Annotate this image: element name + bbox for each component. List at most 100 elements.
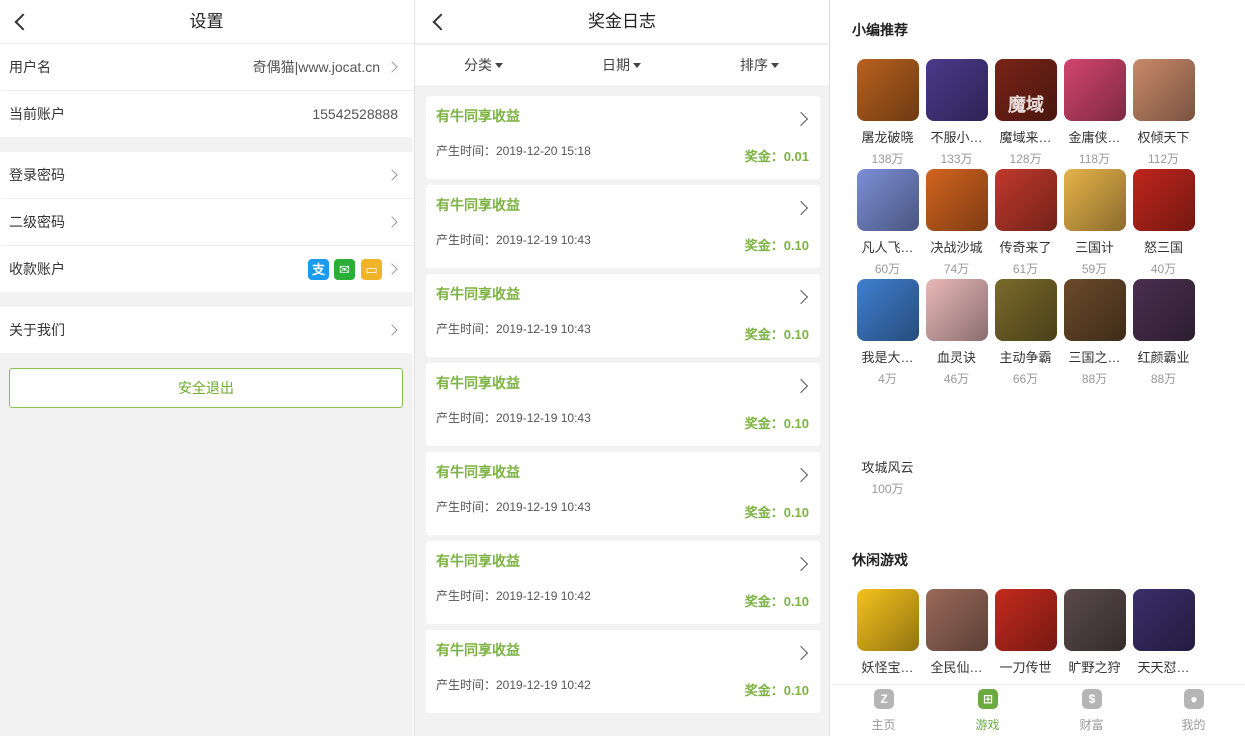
game-item[interactable]: 红颜霸业 88万 xyxy=(1129,279,1195,386)
game-icon[interactable] xyxy=(1133,59,1195,121)
entry-time: 产生时间：2019-12-19 10:43 xyxy=(436,500,591,514)
game-name: 金庸侠… xyxy=(1068,130,1121,145)
chevron-right-icon xyxy=(793,289,809,305)
game-icon[interactable] xyxy=(1064,279,1126,341)
game-icon[interactable] xyxy=(1133,169,1195,231)
bonus-log-card[interactable]: 有牛同享收益 产生时间：2019-12-19 10:43 奖金：0.10 xyxy=(426,185,820,268)
settings-header: 设置 xyxy=(0,0,413,44)
login-password-row[interactable]: 登录密码 xyxy=(0,152,413,198)
game-item[interactable]: 屠龙破晓 138万 xyxy=(853,59,919,166)
game-icon[interactable] xyxy=(995,169,1057,231)
chevron-right-icon xyxy=(386,324,398,336)
alipay-icon: 支 xyxy=(308,259,329,280)
game-icon[interactable] xyxy=(857,389,919,451)
game-item[interactable]: 我是大… 4万 xyxy=(853,279,919,386)
game-icon[interactable] xyxy=(1064,59,1126,121)
game-icon[interactable] xyxy=(926,169,988,231)
game-play-count: 46万 xyxy=(943,372,970,386)
game-item[interactable]: 凡人飞… 60万 xyxy=(853,169,919,276)
game-icon[interactable] xyxy=(926,279,988,341)
secondary-password-row[interactable]: 二级密码 xyxy=(0,199,413,245)
game-icon[interactable] xyxy=(995,279,1057,341)
chevron-right-icon xyxy=(386,169,398,181)
tab-mine-label: 我的 xyxy=(1181,718,1206,732)
tab-mine[interactable]: ● 我的 xyxy=(1142,685,1245,736)
game-item[interactable]: 旷野之狩 xyxy=(1060,589,1126,693)
username-label: 用户名 xyxy=(9,59,51,75)
game-play-count: 133万 xyxy=(940,152,973,166)
game-name: 妖怪宝… xyxy=(861,660,914,675)
game-item[interactable]: 怒三国 40万 xyxy=(1129,169,1195,276)
game-icon[interactable] xyxy=(1133,589,1195,651)
entry-time: 产生时间：2019-12-19 10:43 xyxy=(436,411,591,425)
chevron-right-icon xyxy=(386,61,398,73)
game-icon[interactable] xyxy=(995,589,1057,651)
game-item[interactable]: 金庸侠… 118万 xyxy=(1060,59,1126,166)
bonus-log-card[interactable]: 有牛同享收益 产生时间：2019-12-19 10:43 奖金：0.10 xyxy=(426,363,820,446)
casual-section-title: 休闲游戏 xyxy=(852,552,908,568)
entry-time: 产生时间：2019-12-19 10:42 xyxy=(436,678,591,692)
username-row[interactable]: 用户名 奇偶猫|www.jocat.cn xyxy=(0,44,413,90)
game-icon[interactable]: 魔域 xyxy=(995,59,1057,121)
game-item[interactable]: 不服小… 133万 xyxy=(922,59,988,166)
game-icon[interactable] xyxy=(926,59,988,121)
game-name: 血灵诀 xyxy=(936,350,976,365)
game-item[interactable]: 全民仙… xyxy=(922,589,988,693)
filter-date[interactable]: 日期 xyxy=(602,45,641,85)
bonus-log-card[interactable]: 有牛同享收益 产生时间：2019-12-19 10:43 奖金：0.10 xyxy=(426,452,820,535)
game-item[interactable]: 魔域 魔域来… 128万 xyxy=(991,59,1057,166)
game-icon[interactable] xyxy=(1064,589,1126,651)
bottom-tab-bar: Z 主页 ⊞ 游戏 $ 财富 ● 我的 xyxy=(831,684,1245,736)
payment-account-label: 收款账户 xyxy=(9,261,65,277)
game-item[interactable]: 一刀传世 xyxy=(991,589,1057,693)
payment-account-row[interactable]: 收款账户 支 ✉ ▭ xyxy=(0,246,413,292)
entry-title: 有牛同享收益 xyxy=(436,108,520,124)
bonus-log-card[interactable]: 有牛同享收益 产生时间：2019-12-19 10:42 奖金：0.10 xyxy=(426,630,820,713)
game-item[interactable]: 权倾天下 112万 xyxy=(1129,59,1195,166)
game-icon[interactable] xyxy=(857,279,919,341)
current-account-label: 当前账户 xyxy=(9,106,65,122)
bonus-log-panel: 奖金日志 分类 日期 排序 有牛同享收益 产生时间：2019-12-20 15:1… xyxy=(414,0,830,736)
tab-home[interactable]: Z 主页 xyxy=(832,685,935,736)
game-icon[interactable] xyxy=(857,589,919,651)
filter-sort[interactable]: 排序 xyxy=(740,45,779,85)
game-item[interactable]: 三国之… 88万 xyxy=(1060,279,1126,386)
game-icon[interactable] xyxy=(1064,169,1126,231)
chevron-right-icon xyxy=(793,556,809,572)
tab-games[interactable]: ⊞ 游戏 xyxy=(936,685,1039,736)
game-icon[interactable] xyxy=(926,589,988,651)
game-icon-logo: 魔域 xyxy=(1008,95,1044,115)
filter-sort-label: 排序 xyxy=(740,57,768,73)
filter-category[interactable]: 分类 xyxy=(464,45,503,85)
game-item[interactable]: 决战沙城 74万 xyxy=(922,169,988,276)
game-play-count: 4万 xyxy=(878,372,897,386)
game-item[interactable]: 妖怪宝… xyxy=(853,589,919,693)
caret-down-icon xyxy=(633,63,641,68)
bonus-log-card[interactable]: 有牛同享收益 产生时间：2019-12-19 10:42 奖金：0.10 xyxy=(426,541,820,624)
entry-prize: 奖金：0.10 xyxy=(744,683,809,698)
chevron-right-icon xyxy=(793,467,809,483)
chevron-right-icon xyxy=(386,263,398,275)
tab-games-label: 游戏 xyxy=(975,718,1000,732)
game-item[interactable]: 三国计 59万 xyxy=(1060,169,1126,276)
about-us-row[interactable]: 关于我们 xyxy=(0,307,413,353)
tab-wealth[interactable]: $ 财富 xyxy=(1040,685,1143,736)
game-item[interactable]: 传奇来了 61万 xyxy=(991,169,1057,276)
game-icon[interactable] xyxy=(857,169,919,231)
game-icon[interactable] xyxy=(1133,279,1195,341)
game-name: 决战沙城 xyxy=(930,240,983,255)
entry-title: 有牛同享收益 xyxy=(436,286,520,302)
logout-button[interactable]: 安全退出 xyxy=(9,368,403,408)
bonus-log-card[interactable]: 有牛同享收益 产生时间：2019-12-20 15:18 奖金：0.01 xyxy=(426,96,820,179)
game-item[interactable]: 天天怼… xyxy=(1129,589,1195,693)
game-icon[interactable] xyxy=(857,59,919,121)
bonus-log-card[interactable]: 有牛同享收益 产生时间：2019-12-19 10:43 奖金：0.10 xyxy=(426,274,820,357)
filter-bar: 分类 日期 排序 xyxy=(415,45,829,85)
game-name: 怒三国 xyxy=(1143,240,1183,255)
game-item[interactable]: 攻城风云 100万 xyxy=(853,389,919,496)
game-item[interactable]: 血灵诀 46万 xyxy=(922,279,988,386)
featured-section-title: 小编推荐 xyxy=(852,22,908,38)
caret-down-icon xyxy=(771,63,779,68)
game-item[interactable]: 主动争霸 66万 xyxy=(991,279,1057,386)
game-name: 主动争霸 xyxy=(999,350,1052,365)
